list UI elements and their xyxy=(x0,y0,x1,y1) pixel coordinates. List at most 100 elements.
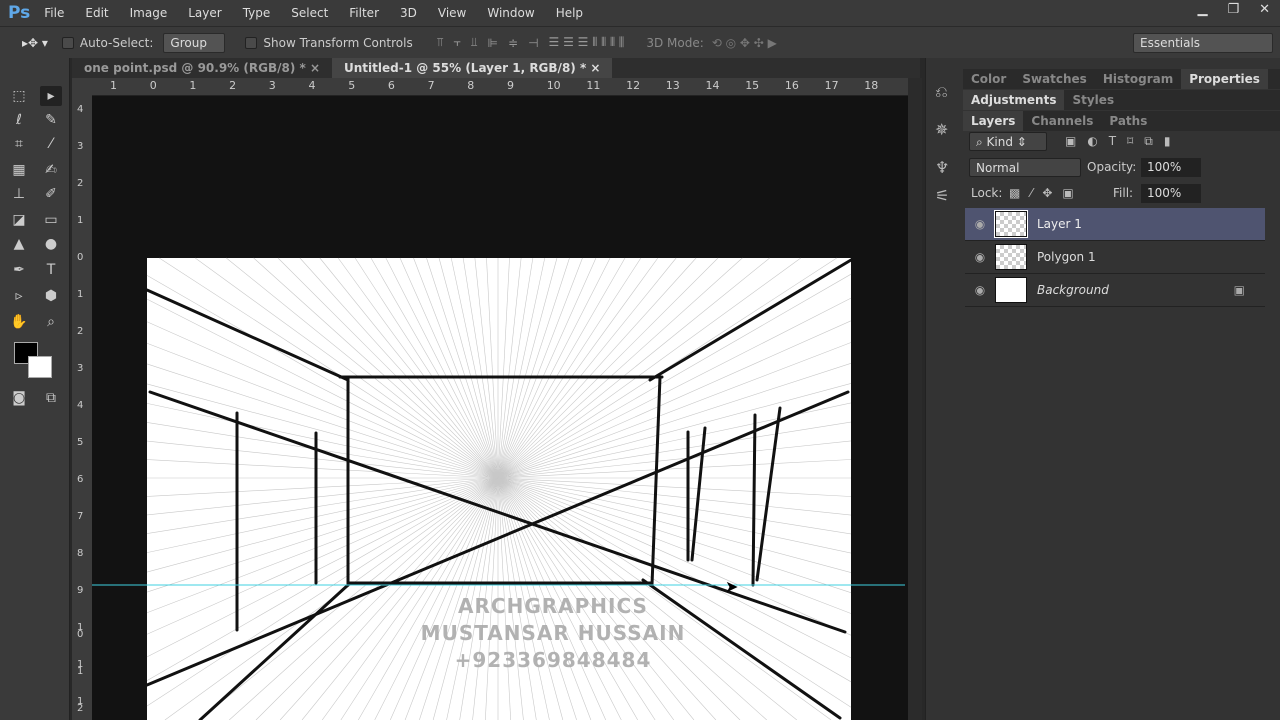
menu-bar: Ps File Edit Image Layer Type Select Fil… xyxy=(0,0,1280,26)
tab-properties[interactable]: Properties xyxy=(1181,69,1268,89)
menu-select[interactable]: Select xyxy=(291,6,328,20)
visibility-eye-icon[interactable]: ◉ xyxy=(965,217,995,231)
lasso-tool-icon[interactable]: ℓ xyxy=(8,110,30,130)
ruler-tick-label: 16 xyxy=(784,79,799,92)
gradient-tool-icon[interactable]: ▭ xyxy=(40,210,62,230)
restore-icon[interactable]: ❐ xyxy=(1227,2,1239,17)
kind-filter-dropdown[interactable]: ⌕ Kind ⇕ xyxy=(969,132,1047,151)
tab-styles[interactable]: Styles xyxy=(1064,90,1122,110)
quick-mask-icon[interactable]: ◙ xyxy=(8,388,30,408)
tab-color[interactable]: Color xyxy=(963,69,1014,89)
tab-one-point[interactable]: one point.psd @ 90.9% (RGB/8) * × xyxy=(72,58,332,78)
ruler-tick-label: 0 xyxy=(149,79,157,92)
close-icon[interactable]: ✕ xyxy=(1259,2,1270,17)
3d-mode-label: 3D Mode: xyxy=(646,35,704,50)
vertical-scrollbar[interactable] xyxy=(908,78,922,720)
brush-presets-icon[interactable]: ♆ xyxy=(935,158,949,177)
menu-window[interactable]: Window xyxy=(487,6,534,20)
tab-layers[interactable]: Layers xyxy=(963,111,1024,131)
ruler-tick-label: 0 xyxy=(77,252,84,263)
align-vcenter-icon[interactable]: ⫟ xyxy=(454,35,461,50)
eyedropper-tool-icon[interactable]: ⁄ xyxy=(40,134,62,154)
ruler-tick-label: 5 xyxy=(77,437,84,448)
window-controls: ▁ ❐ ✕ xyxy=(1197,2,1270,17)
visibility-eye-icon[interactable]: ◉ xyxy=(965,283,995,297)
ruler-tick-label: 13 xyxy=(665,79,680,92)
menu-file[interactable]: File xyxy=(44,6,64,20)
show-transform-checkbox[interactable] xyxy=(245,36,258,49)
align-bottom-icon[interactable]: ⫫ xyxy=(471,35,478,50)
ruler-tick-label: 9 xyxy=(507,79,514,92)
menu-edit[interactable]: Edit xyxy=(85,6,108,20)
distribute-icon[interactable]: ☰ ☰ ☰ ⫴ ⫴ ⫴ ⫼ xyxy=(549,35,625,50)
blend-mode-dropdown[interactable]: Normal xyxy=(969,158,1081,177)
align-left-icon[interactable]: ⊫ xyxy=(488,36,498,50)
watermark-line: +923369848484 xyxy=(454,648,652,672)
fill-input[interactable]: 100% xyxy=(1141,184,1201,203)
tab-close-icon[interactable]: × xyxy=(590,61,600,75)
align-hcenter-icon[interactable]: ≑ xyxy=(508,36,518,50)
crop-tool-icon[interactable]: ⌗ xyxy=(8,134,30,154)
tab-histogram[interactable]: Histogram xyxy=(1095,69,1181,89)
workspace-dropdown[interactable]: Essentials xyxy=(1133,33,1273,53)
opacity-input[interactable]: 100% xyxy=(1141,158,1201,177)
blur-tool-icon[interactable]: ▲ xyxy=(8,234,30,254)
path-select-icon[interactable]: ▹ xyxy=(8,286,30,306)
tab-channels[interactable]: Channels xyxy=(1023,111,1101,131)
align-right-icon[interactable]: ⊣ xyxy=(528,36,538,50)
layer-thumbnail xyxy=(995,277,1027,303)
stamp-tool-icon[interactable]: ⊥ xyxy=(8,184,30,204)
healing-tool-icon[interactable]: ▦ xyxy=(8,160,30,180)
watermark-line: ARCHGRAPHICS xyxy=(458,594,648,618)
type-tool-icon[interactable]: T xyxy=(40,260,62,280)
ruler-tick-label: 5 xyxy=(348,79,356,92)
menu-layer[interactable]: Layer xyxy=(188,6,221,20)
history-brush-icon[interactable]: ✐ xyxy=(40,184,62,204)
tab-label: one point.psd @ 90.9% (RGB/8) * xyxy=(84,61,306,75)
align-top-icon[interactable]: ⫪ xyxy=(437,35,444,50)
pen-tool-icon[interactable]: ✒ xyxy=(8,260,30,280)
3d-mode-icons[interactable]: ⟲ ◎ ✥ ✣ ▶ xyxy=(712,36,777,50)
quick-select-tool-icon[interactable]: ✎ xyxy=(40,110,62,130)
menu-view[interactable]: View xyxy=(438,6,466,20)
shape-tool-icon[interactable]: ⬢ xyxy=(40,286,62,306)
screen-mode-icon[interactable]: ⧉ xyxy=(40,388,62,408)
menu-help[interactable]: Help xyxy=(556,6,583,20)
eraser-tool-icon[interactable]: ◪ xyxy=(8,210,30,230)
brush-tool-icon[interactable]: ✍ xyxy=(40,160,62,180)
zoom-tool-icon[interactable]: ⌕ xyxy=(40,312,62,332)
move-tool-icon[interactable]: ▸ xyxy=(40,86,62,106)
ruler-tick-label: 6 xyxy=(387,79,395,92)
layer-row-background[interactable]: ◉ Background ▣ xyxy=(965,274,1265,307)
move-tool-icon[interactable]: ▸✥ ▾ xyxy=(22,36,48,50)
kind-label: Kind xyxy=(986,135,1013,149)
navigator-icon[interactable]: ✵ xyxy=(935,120,948,139)
layer-row-polygon-1[interactable]: ◉ Polygon 1 xyxy=(965,241,1265,274)
minimize-icon[interactable]: ▁ xyxy=(1197,2,1207,17)
menu-filter[interactable]: Filter xyxy=(349,6,379,20)
watermark: ARCHGRAPHICS MUSTANSAR HUSSAIN +92336984… xyxy=(353,593,753,674)
menu-3d[interactable]: 3D xyxy=(400,6,417,20)
lock-icons[interactable]: ▩⁄✥▣ xyxy=(1009,186,1084,200)
background-color-swatch[interactable] xyxy=(28,356,52,378)
tab-swatches[interactable]: Swatches xyxy=(1014,69,1095,89)
auto-select-checkbox[interactable] xyxy=(61,36,74,49)
menu-image[interactable]: Image xyxy=(130,6,168,20)
tool-presets-icon[interactable]: ⚟ xyxy=(935,186,949,205)
lock-label: Lock: xyxy=(971,186,1003,200)
ruler-tick-label: 12 xyxy=(626,79,641,92)
filter-icons[interactable]: ▣◐T⌑⧉▮ xyxy=(1065,134,1181,149)
tab-paths[interactable]: Paths xyxy=(1101,111,1155,131)
tab-close-icon[interactable]: × xyxy=(310,61,320,75)
tab-untitled-1[interactable]: Untitled-1 @ 55% (Layer 1, RGB/8) * × xyxy=(332,58,613,78)
visibility-eye-icon[interactable]: ◉ xyxy=(965,250,995,264)
dodge-tool-icon[interactable]: ● xyxy=(40,234,62,254)
auto-select-dropdown[interactable]: Group xyxy=(163,32,226,53)
document-canvas-area[interactable]: ARCHGRAPHICS MUSTANSAR HUSSAIN +92336984… xyxy=(92,96,908,720)
hand-tool-icon[interactable]: ✋ xyxy=(8,312,30,332)
history-icon[interactable]: ⎌ xyxy=(935,82,948,102)
menu-type[interactable]: Type xyxy=(243,6,271,20)
marquee-tool-icon[interactable]: ⬚ xyxy=(8,86,30,106)
tab-adjustments[interactable]: Adjustments xyxy=(963,90,1065,110)
layer-row-layer-1[interactable]: ◉ Layer 1 xyxy=(965,208,1265,241)
